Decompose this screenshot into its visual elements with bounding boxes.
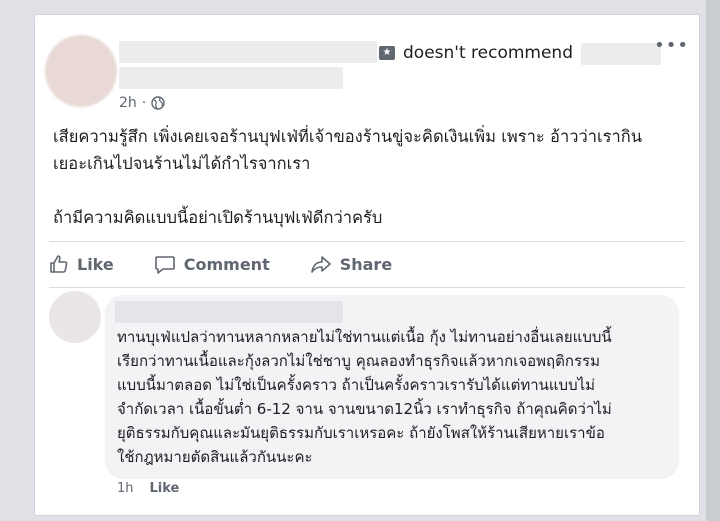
share-icon [310,256,331,273]
page-name-redacted [581,43,661,65]
review-status-text: doesn't recommend [403,43,573,63]
share-label: Share [339,254,393,274]
post-meta: 2h · [119,95,165,111]
post-timestamp[interactable]: 2h [119,95,137,111]
divider [49,241,685,242]
comment-meta: 1h Like [117,481,179,496]
commenter-avatar[interactable] [49,291,101,343]
scrollbar-track[interactable] [706,0,720,521]
commenter-name-redacted [115,301,343,323]
divider [49,287,685,288]
comment-timestamp[interactable]: 1h [117,481,134,496]
comment-label: Comment [183,254,270,274]
comment-icon [154,256,175,274]
author-name-redacted [119,41,377,63]
post-actions: Like Comment Share [49,247,685,281]
post-card: ★ doesn't recommend ••• 2h · เสียความรู้… [34,14,700,516]
share-button[interactable]: Share [310,254,392,274]
post-paragraph: เสียความรู้สึก เพิ่งเคยเจอร้านบุฟเฟ่ที่เ… [53,127,643,173]
comment-button[interactable]: Comment [154,254,270,274]
comment-text: ทานบุเฟ่แปลว่าทานหลากหลายไม่ใช่ทานแต่เนื… [117,328,612,466]
author-avatar[interactable] [45,35,117,107]
author-name-redacted-2 [119,67,343,89]
meta-separator: · [141,95,147,111]
like-button[interactable]: Like [49,254,114,274]
thumbs-up-icon [50,255,68,273]
globe-icon[interactable] [151,96,165,110]
like-label: Like [77,254,114,274]
post-body: เสียความรู้สึก เพิ่งเคยเจอร้านบุฟเฟ่ที่เ… [53,123,683,258]
more-options-icon[interactable]: ••• [654,35,689,56]
comment-like-link[interactable]: Like [150,481,180,496]
review-star-icon: ★ [379,46,395,60]
post-paragraph: ถ้ามีความคิดแบบนี้อย่าเปิดร้านบุฟเฟ่ดีกว… [53,208,383,227]
review-status: ★ doesn't recommend [379,43,573,63]
